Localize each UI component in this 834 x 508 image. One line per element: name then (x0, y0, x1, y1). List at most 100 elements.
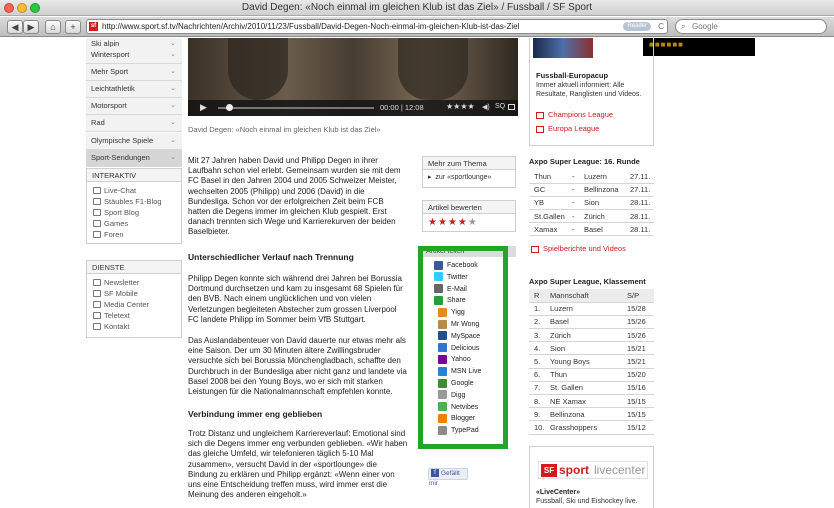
facebook-like-button[interactable]: f Gefällt mir (428, 468, 468, 487)
fixture-home: YB (529, 196, 567, 211)
share-item[interactable]: Blogger (438, 413, 475, 425)
dienste-item[interactable]: Teletext (87, 310, 181, 321)
dienste-item[interactable]: Kontakt (87, 321, 181, 332)
europacup-link[interactable]: Champions League (536, 110, 613, 119)
dienste-list: Newsletter SF Mobile Media Center Teletext K… (87, 274, 181, 332)
article-paragraph-2: Philipp Degen konnte sich während drei J… (188, 274, 403, 324)
sidebar-item-label: Olympische Spiele (91, 136, 154, 145)
standings-team: Grasshoppers (545, 420, 622, 435)
share-item[interactable]: Yahoo (438, 354, 471, 366)
dienste-item[interactable]: SF Mobile (87, 288, 181, 299)
title-bar: David Degen: «Noch einmal im gleichen Kl… (0, 0, 834, 16)
fixture-sep: - (567, 196, 579, 211)
share-item[interactable]: Mr Wong (438, 319, 479, 331)
delicious-icon (438, 343, 447, 353)
sidebar-item[interactable]: Motorsport ⌄ (86, 98, 182, 115)
standings-row: 9. Bellinzona 15/15 (529, 407, 654, 422)
europacup-text: Immer aktuell informiert: Alle Resultate… (536, 82, 642, 98)
volume-icon[interactable]: ◀) (482, 103, 490, 111)
seek-bar[interactable] (218, 107, 374, 109)
chevron-down-icon: ⌄ (170, 154, 176, 161)
chevron-down-icon: ⌄ (170, 137, 176, 144)
standings-row: 4. Sion 15/21 (529, 341, 654, 356)
share-item[interactable]: Facebook (434, 260, 478, 272)
livecenter-text: Fussball, Ski und Eishockey live. (536, 498, 638, 505)
sportlounge-link[interactable]: ▸ zur «sportlounge» (423, 170, 515, 186)
article-paragraph-1: Mit 27 Jahren haben David und Philipp De… (188, 156, 401, 237)
sidebar-item[interactable]: Mehr Sport ⌄ (86, 64, 182, 81)
sidebar-item-label: Motorsport (91, 101, 127, 110)
seek-handle[interactable] (226, 104, 233, 111)
share-item[interactable]: TypePad (438, 425, 479, 437)
search-field[interactable]: ⌕ Google (675, 19, 827, 34)
video-player[interactable]: ▶ 00:00 | 12:08 ★★★★ ◀) SQ (188, 38, 518, 116)
share-item[interactable]: Digg (438, 390, 465, 402)
play-icon[interactable]: ▶ (200, 102, 207, 113)
share-item[interactable]: Twitter (434, 272, 468, 284)
sidebar-item[interactable]: Olympische Spiele ⌄ (86, 133, 182, 150)
standings-row: 2. Basel 15/26 (529, 315, 654, 330)
fixture-row: YB - Sion 28.11. (529, 196, 654, 211)
standings-team: NE Xamax (545, 394, 622, 409)
fixture-home: GC (529, 183, 567, 197)
share-item[interactable]: MySpace (438, 331, 480, 343)
share-item[interactable]: Netvibes (438, 402, 478, 414)
address-bar[interactable]: sf http://www.sport.sf.tv/Nachrichten/Ar… (86, 19, 668, 34)
share-item[interactable]: Delicious (438, 343, 479, 355)
share-item[interactable]: E-Mail (434, 284, 467, 296)
dienste-item[interactable]: Media Center (87, 299, 181, 310)
interaktiv-item[interactable]: Games (87, 218, 181, 229)
dienste-item[interactable]: Newsletter (87, 277, 181, 288)
dienste-title: DIENSTE (87, 261, 181, 274)
sidebar-item[interactable]: Rad ⌄ (86, 115, 182, 132)
europacup-link-label: Champions League (548, 110, 614, 119)
standings-rank: 1. (529, 302, 545, 316)
advertisement-banner[interactable]: ■■■■■■ (643, 38, 755, 56)
reload-icon[interactable]: C (658, 20, 664, 33)
home-button[interactable]: ⌂ (45, 20, 61, 34)
digg-icon (438, 390, 447, 400)
share-item[interactable]: MSN Live (438, 366, 481, 378)
share-item[interactable]: Share (434, 295, 466, 307)
window-title: David Degen: «Noch einmal im gleichen Kl… (241, 2, 593, 13)
games-icon (93, 220, 101, 227)
fixture-home: Xamax (529, 222, 567, 237)
share-item-label: MSN Live (451, 368, 482, 376)
standings-rank: 5. (529, 354, 545, 369)
fixture-date: 28.11. (625, 222, 654, 237)
standings-row: 7. St. Gallen 15/16 (529, 381, 654, 396)
spielberichte-link[interactable]: Spielberichte und Videos (531, 244, 626, 253)
quality-button[interactable]: SQ (495, 103, 505, 110)
share-item[interactable]: Google (438, 378, 474, 390)
email-icon (434, 284, 443, 294)
share-item-label: Yigg (451, 309, 465, 317)
sidebar-item[interactable]: Sport-Sendungen ⌄ (86, 150, 182, 167)
mrwong-icon (438, 319, 447, 329)
europacup-link[interactable]: Europa League (536, 124, 599, 133)
sidebar-item[interactable]: Leichtathletik ⌄ (86, 81, 182, 98)
interaktiv-item[interactable]: Foren (87, 229, 181, 240)
standings-row: 10. Grasshoppers 15/12 (529, 420, 654, 435)
fixtures-table-grid: Thun - Luzern 27.11. GC - Bellinzona 27.11. YB - S… (529, 170, 654, 237)
reader-button[interactable]: Reader (623, 22, 651, 31)
interaktiv-item[interactable]: Stäubles F1-Blog (87, 196, 181, 207)
interaktiv-item[interactable]: Sport Blog (87, 207, 181, 218)
add-bookmark-button[interactable]: + (65, 20, 81, 34)
chevron-down-icon: ⌄ (170, 119, 176, 126)
close-window-button[interactable] (4, 3, 14, 13)
fullscreen-icon[interactable] (508, 104, 515, 110)
forward-button[interactable]: ▶ (23, 20, 39, 34)
rating-stars-filled: ★★★★ (428, 217, 468, 228)
back-button[interactable]: ◀ (7, 20, 23, 34)
sidebar-item-label: Leichtathletik (91, 84, 135, 93)
video-rating[interactable]: ★★★★ (446, 102, 475, 111)
interaktiv-item[interactable]: Live-Chat (87, 185, 181, 196)
standings-row: 3. Zürich 15/26 (529, 328, 654, 343)
zoom-window-button[interactable] (30, 3, 40, 13)
rating-stars[interactable]: ★★★★★ (423, 214, 515, 232)
share-item-label: Twitter (447, 273, 468, 281)
minimize-window-button[interactable] (17, 3, 27, 13)
share-item[interactable]: Yigg (438, 307, 465, 319)
livecenter-box[interactable]: SF sport livecenter «LiveCenter» Fussbal… (529, 446, 654, 508)
sidebar-item[interactable]: Wintersport ⌄ (86, 47, 182, 64)
